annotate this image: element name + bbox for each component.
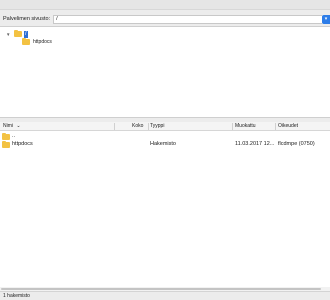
tree-expand-icon[interactable]: ▼ — [6, 32, 12, 37]
folder-icon — [2, 140, 10, 148]
remote-file-list: .. httpdocs Hakemisto 11.03.2017 12... f… — [0, 131, 330, 289]
file-modified: 11.03.2017 12... — [235, 141, 275, 147]
tree-node-httpdocs[interactable]: httpdocs — [22, 37, 52, 46]
list-item[interactable]: httpdocs Hakemisto 11.03.2017 12... flcd… — [0, 140, 330, 149]
column-divider[interactable] — [148, 123, 149, 130]
column-header-permissions[interactable]: Oikeudet — [278, 122, 298, 131]
column-header-type[interactable]: Tyyppi — [150, 122, 164, 131]
column-header-modified[interactable]: Muokattu — [235, 122, 256, 131]
remote-path-label: Palvelimen sivusto: — [3, 16, 51, 22]
column-divider[interactable] — [114, 123, 115, 130]
folder-icon — [14, 29, 22, 37]
folder-icon — [22, 37, 30, 45]
remote-path-bar: Palvelimen sivusto: / ▾ — [0, 13, 330, 25]
status-text: 1 hakemisto — [3, 293, 30, 299]
column-header-size[interactable]: Koko — [132, 122, 143, 131]
remote-path-input[interactable]: / — [53, 14, 322, 24]
tree-node-label[interactable]: / — [24, 30, 28, 38]
column-divider[interactable] — [275, 123, 276, 130]
tree-node-root[interactable]: ▼ / — [6, 29, 28, 38]
chevron-down-icon: ▾ — [324, 16, 328, 22]
status-bar: 1 hakemisto — [0, 291, 330, 300]
column-divider[interactable] — [232, 123, 233, 130]
chevron-down-icon: ⌄ — [16, 123, 21, 129]
file-type: Hakemisto — [150, 141, 176, 147]
tree-node-label[interactable]: httpdocs — [33, 39, 52, 45]
column-name-label: Nimi — [3, 123, 13, 129]
file-name: httpdocs — [12, 141, 33, 147]
remote-directory-tree: ▼ / httpdocs — [0, 26, 330, 118]
scrollbar-thumb[interactable] — [1, 288, 321, 290]
column-header-name[interactable]: Nimi ⌄ — [3, 122, 21, 131]
path-dropdown-button[interactable]: ▾ — [322, 14, 330, 24]
file-permissions: flcdmpe (0750) — [278, 141, 315, 147]
file-list-header: Nimi ⌄ Koko Tyyppi Muokattu Oikeudet — [0, 122, 330, 131]
toolbar-strip — [0, 0, 330, 10]
